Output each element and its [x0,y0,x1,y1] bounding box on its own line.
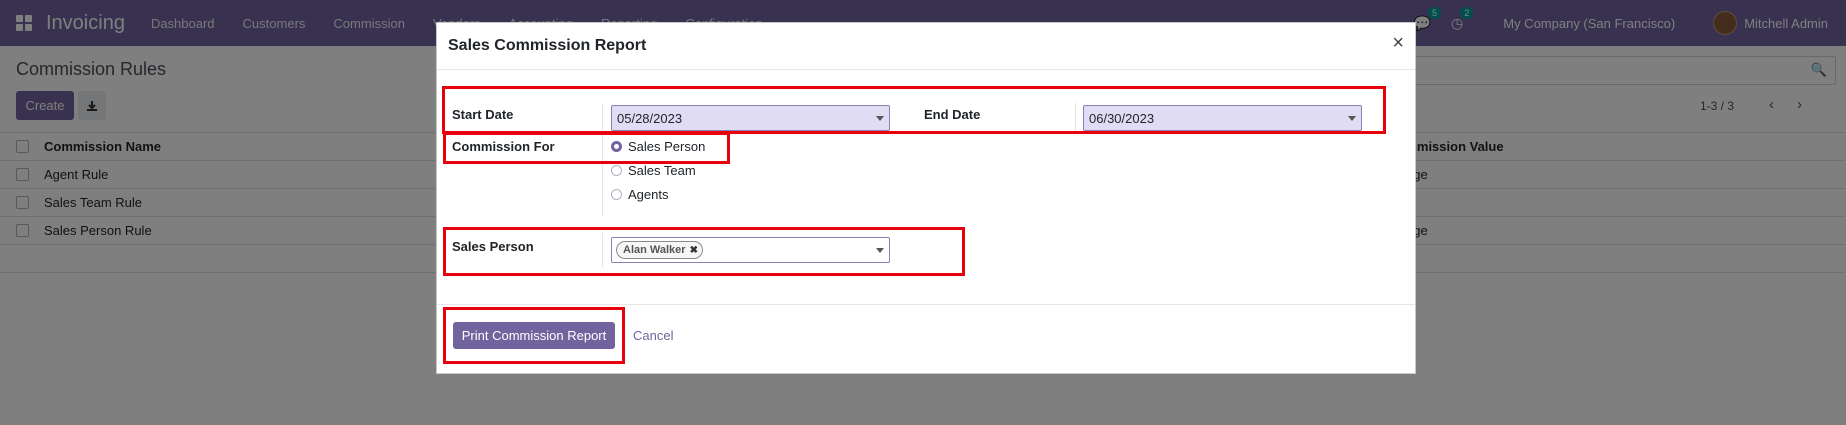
radio-label: Sales Team [628,163,696,178]
commission-for-label: Commission For [452,139,555,154]
sales-person-tag[interactable]: Alan Walker ✖ [616,241,703,259]
modal-header: Sales Commission Report × [437,23,1415,70]
cancel-button[interactable]: Cancel [633,328,673,343]
end-date-label: End Date [924,107,981,122]
modal-footer: Print Commission Report Cancel [437,304,1415,374]
tag-label: Alan Walker [623,244,686,256]
field-separator [602,103,603,133]
start-date-value: 05/28/2023 [617,110,683,126]
sales-commission-report-dialog: Sales Commission Report × Start Date 05/… [436,22,1416,374]
radio-unchecked-icon[interactable] [611,189,622,200]
start-date-label: Start Date [452,107,514,122]
chevron-down-icon[interactable] [876,248,884,253]
radio-sales-person[interactable]: Sales Person [611,139,705,154]
radio-label: Sales Person [628,139,706,154]
radio-sales-team[interactable]: Sales Team [611,163,696,178]
end-date-value: 06/30/2023 [1089,110,1155,126]
chevron-down-icon[interactable] [1348,116,1356,121]
field-separator [602,233,603,267]
close-icon[interactable]: × [1392,32,1404,55]
radio-label: Agents [628,187,669,202]
radio-agents[interactable]: Agents [611,187,668,202]
remove-tag-icon[interactable]: ✖ [690,245,698,256]
radio-unchecked-icon[interactable] [611,165,622,176]
field-separator [1075,103,1076,133]
modal-title: Sales Commission Report [448,37,647,54]
sales-person-field[interactable]: Alan Walker ✖ [611,237,890,263]
field-separator [602,135,603,217]
start-date-field[interactable]: 05/28/2023 [611,105,890,131]
chevron-down-icon[interactable] [876,116,884,121]
sales-person-label: Sales Person [452,239,534,254]
print-commission-report-button[interactable]: Print Commission Report [453,322,615,349]
radio-checked-icon[interactable] [611,141,622,152]
end-date-field[interactable]: 06/30/2023 [1083,105,1362,131]
